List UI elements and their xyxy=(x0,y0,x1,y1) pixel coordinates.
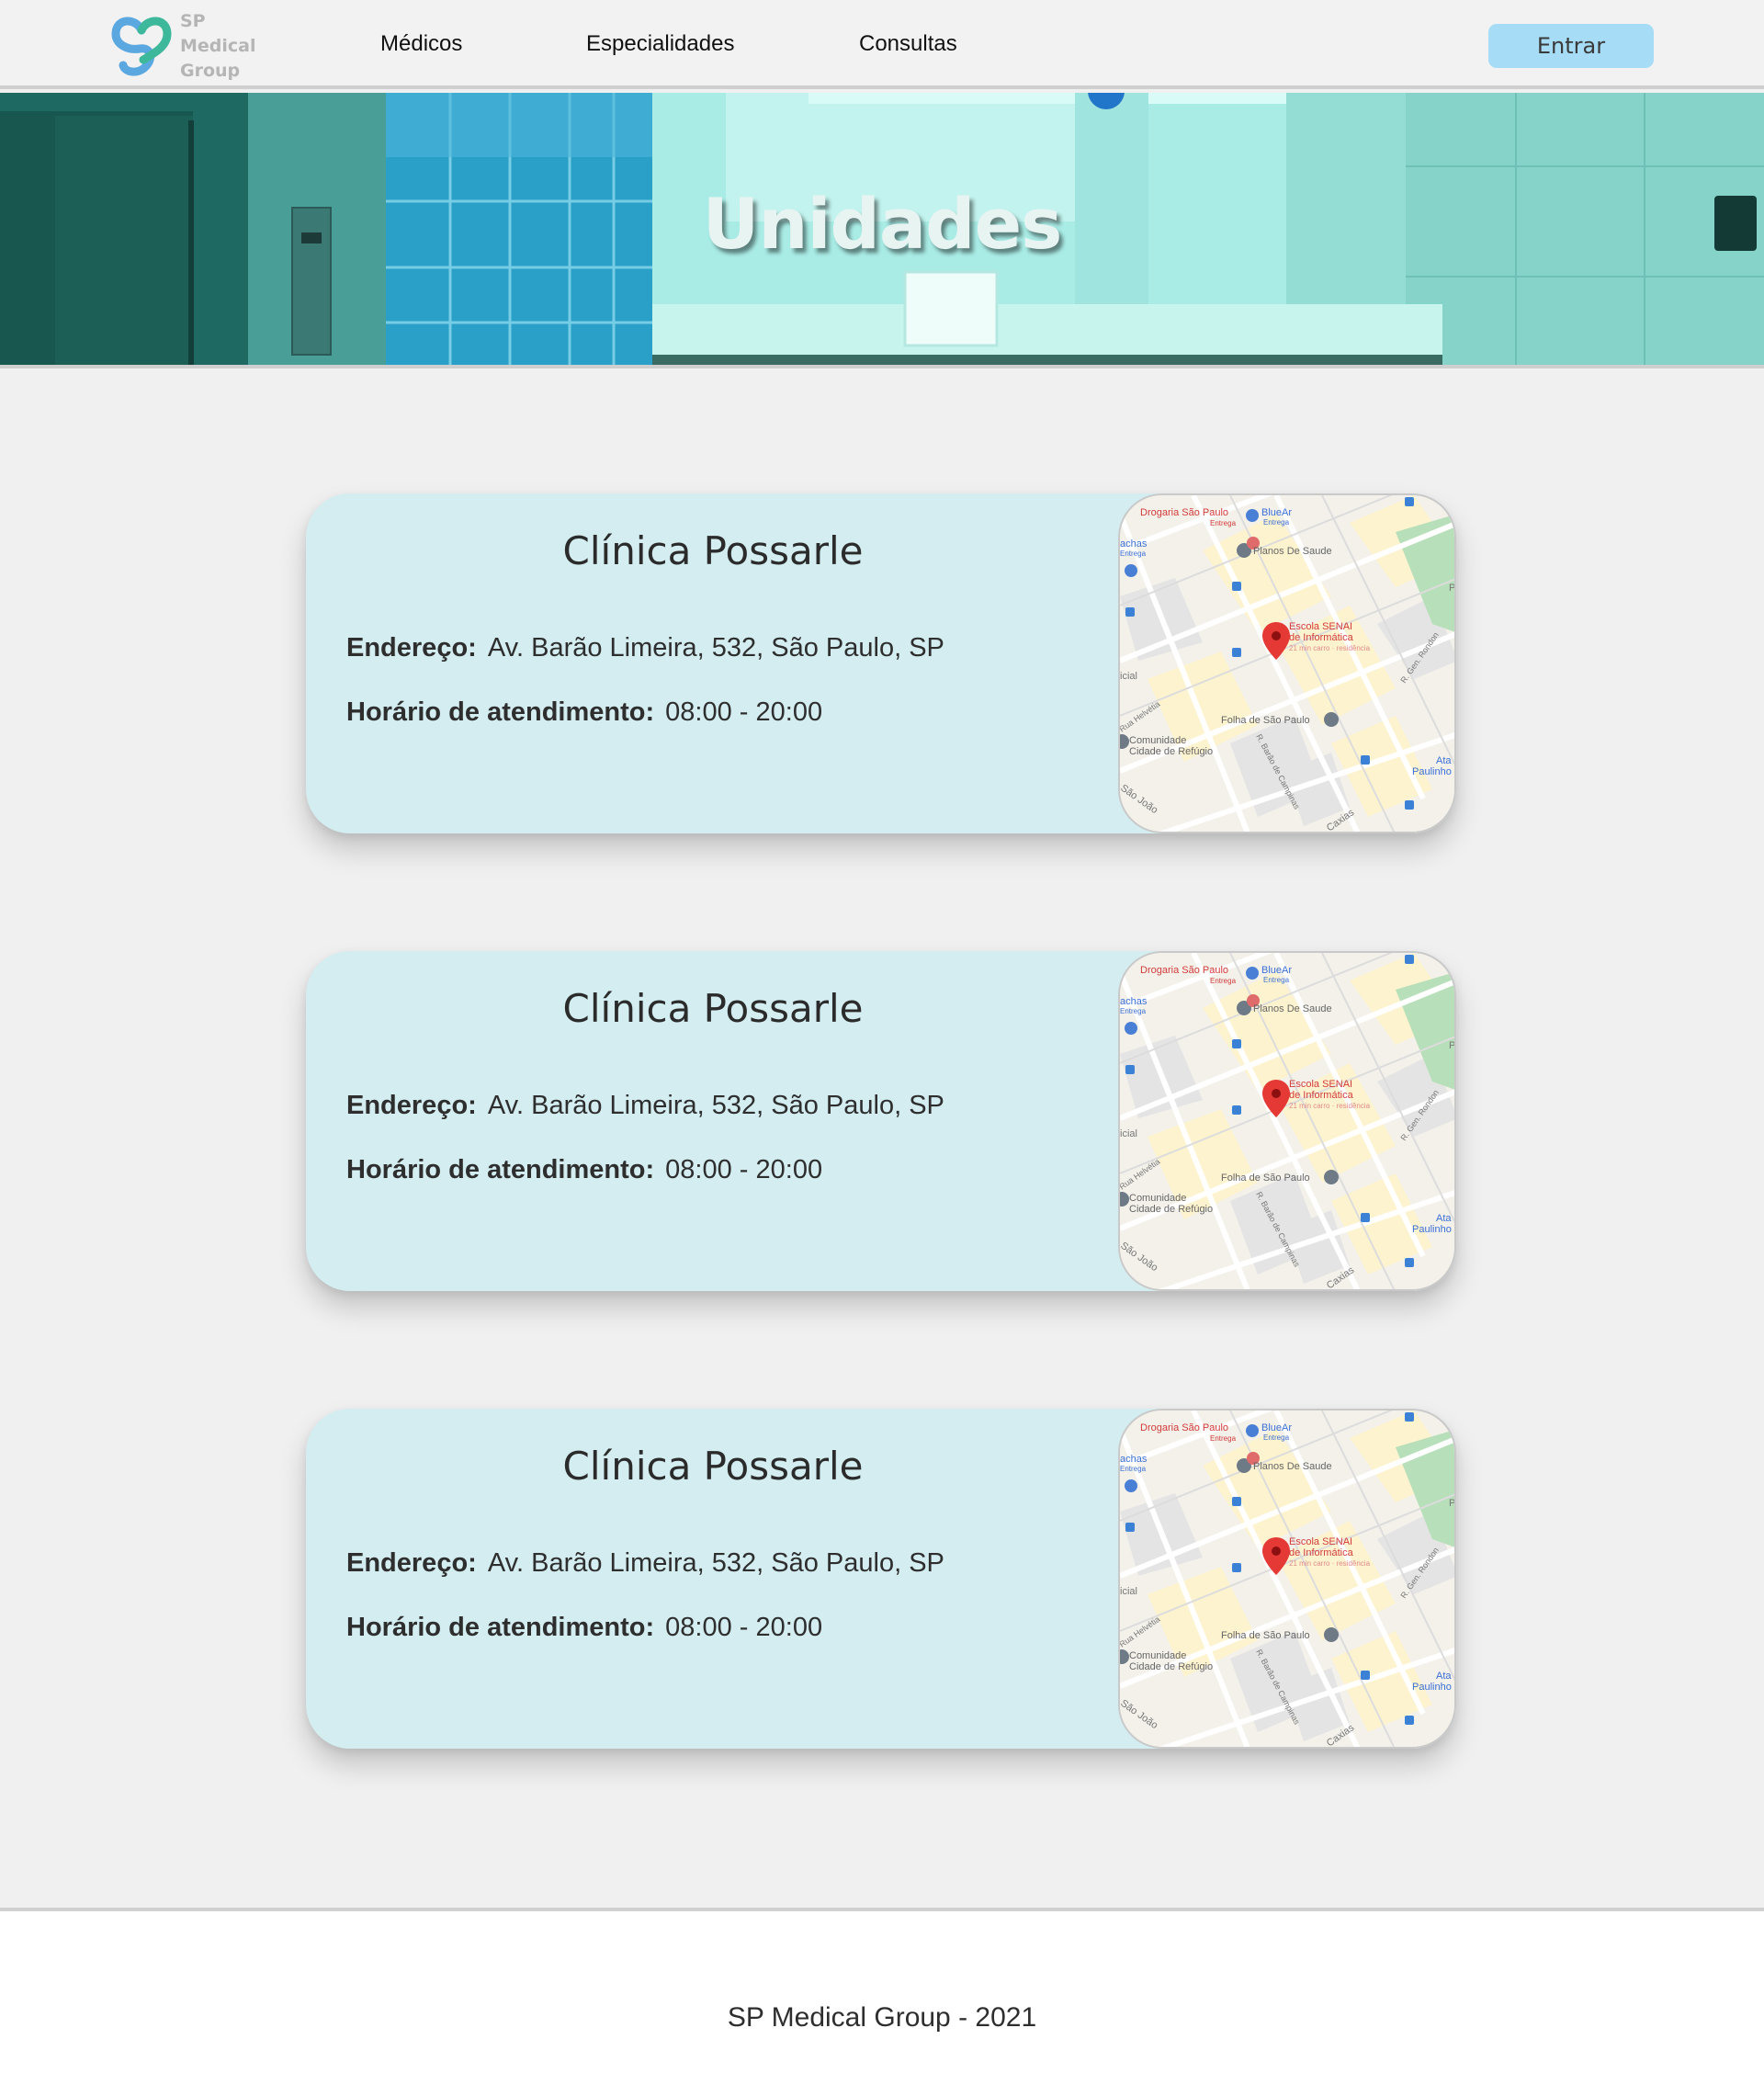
map-label-comunidade-1: Comunidade xyxy=(1129,1193,1186,1204)
location-map[interactable]: Drogaria São Paulo Entrega BlueAr Entreg… xyxy=(1118,951,1456,1291)
map-label-achas-sub: Entrega xyxy=(1120,1007,1147,1015)
map-label-bluear-sub: Entrega xyxy=(1263,976,1290,984)
map-label-paulinho: Paulinho xyxy=(1412,1682,1452,1693)
address-label: Endereço: xyxy=(346,1091,477,1120)
footer-copyright: SP Medical Group - 2021 xyxy=(727,2002,1037,2033)
map-label-drogaria: Drogaria São Paulo xyxy=(1140,507,1228,518)
logo[interactable]: SP Medical Group xyxy=(108,11,283,81)
map-label-ata: Ata xyxy=(1436,1213,1452,1224)
map-label-comunidade-2: Cidade de Refúgio xyxy=(1129,746,1213,757)
address-value: Av. Barão Limeira, 532, São Paulo, SP xyxy=(487,1548,944,1578)
street-map-image: Drogaria São Paulo Entrega BlueAr Entreg… xyxy=(1120,1411,1455,1747)
map-label-achas: achas xyxy=(1120,1454,1148,1465)
unit-hours-row: Horário de atendimento: 08:00 - 20:00 xyxy=(346,1155,822,1185)
map-label-senai-2: de Informática xyxy=(1289,1547,1354,1558)
map-label-p: P xyxy=(1449,1498,1455,1509)
nav-link-medicos[interactable]: Médicos xyxy=(380,31,462,57)
logo-line-2: Group xyxy=(180,60,241,81)
login-button[interactable]: Entrar xyxy=(1488,24,1654,68)
map-label-folha: Folha de São Paulo xyxy=(1221,1173,1310,1184)
map-label-planos: Planos De Saude xyxy=(1253,1461,1332,1472)
map-label-bluear: BlueAr xyxy=(1261,965,1292,976)
map-label-icial: icial xyxy=(1120,671,1137,682)
nav-link-consultas[interactable]: Consultas xyxy=(859,31,957,57)
map-label-comunidade-1: Comunidade xyxy=(1129,1650,1186,1661)
map-label-icial: icial xyxy=(1120,1128,1137,1139)
map-label-senai-1: Escola SENAI xyxy=(1289,621,1352,632)
address-label: Endereço: xyxy=(346,1548,477,1578)
map-label-drogaria: Drogaria São Paulo xyxy=(1140,1422,1228,1433)
top-navbar: SP Medical Group Médicos Especialidades … xyxy=(0,0,1764,89)
page-title: Unidades xyxy=(702,183,1063,265)
map-label-senai-2: de Informática xyxy=(1289,632,1354,643)
map-label-drogaria-sub: Entrega xyxy=(1210,977,1237,985)
map-label-drogaria: Drogaria São Paulo xyxy=(1140,965,1228,976)
hours-label: Horário de atendimento: xyxy=(346,1613,655,1642)
map-label-achas-sub: Entrega xyxy=(1120,549,1147,558)
heart-logo-icon xyxy=(111,17,172,76)
unit-address-row: Endereço: Av. Barão Limeira, 532, São Pau… xyxy=(346,1091,944,1121)
location-map[interactable]: Drogaria São Paulo Entrega BlueAr Entreg… xyxy=(1118,1409,1456,1749)
map-label-ata: Ata xyxy=(1436,755,1452,766)
map-label-senai-2: de Informática xyxy=(1289,1090,1354,1101)
map-label-achas: achas xyxy=(1120,996,1148,1007)
footer: SP Medical Group - 2021 xyxy=(0,1908,1764,2096)
map-label-senai-sub: 21 min carro · residência xyxy=(1289,1102,1371,1110)
map-label-bluear-sub: Entrega xyxy=(1263,1433,1290,1442)
unit-card: Clínica Possarle Endereço: Av. Barão Lime… xyxy=(306,1409,1456,1749)
logo-wordmark: SP Medical Group xyxy=(180,9,283,84)
address-value: Av. Barão Limeira, 532, São Paulo, SP xyxy=(487,633,944,663)
unit-hours-row: Horário de atendimento: 08:00 - 20:00 xyxy=(346,697,822,728)
map-label-achas: achas xyxy=(1120,538,1148,549)
map-label-achas-sub: Entrega xyxy=(1120,1465,1147,1473)
map-label-bluear-sub: Entrega xyxy=(1263,518,1290,527)
map-label-senai-1: Escola SENAI xyxy=(1289,1079,1352,1090)
street-map-image: Drogaria São Paulo Entrega BlueAr Entreg… xyxy=(1120,953,1455,1289)
map-label-drogaria-sub: Entrega xyxy=(1210,519,1237,527)
unit-address-row: Endereço: Av. Barão Limeira, 532, São Pau… xyxy=(346,1548,944,1579)
map-label-paulinho: Paulinho xyxy=(1412,766,1452,777)
unit-address-row: Endereço: Av. Barão Limeira, 532, São Pau… xyxy=(346,633,944,663)
map-label-planos: Planos De Saude xyxy=(1253,1003,1332,1014)
hours-value: 08:00 - 20:00 xyxy=(665,697,823,727)
unit-name: Clínica Possarle xyxy=(562,1444,864,1489)
map-label-p: P xyxy=(1449,1040,1455,1051)
unit-card: Clínica Possarle Endereço: Av. Barão Lime… xyxy=(306,493,1456,833)
hours-value: 08:00 - 20:00 xyxy=(665,1155,823,1184)
hours-label: Horário de atendimento: xyxy=(346,697,655,727)
map-label-senai-1: Escola SENAI xyxy=(1289,1536,1352,1547)
unit-hours-row: Horário de atendimento: 08:00 - 20:00 xyxy=(346,1613,822,1643)
map-label-senai-sub: 21 min carro · residência xyxy=(1289,644,1371,652)
map-label-planos: Planos De Saude xyxy=(1253,546,1332,557)
map-label-ata: Ata xyxy=(1436,1671,1452,1682)
nav-link-especialidades[interactable]: Especialidades xyxy=(586,31,734,57)
map-label-paulinho: Paulinho xyxy=(1412,1224,1452,1235)
unit-name: Clínica Possarle xyxy=(562,986,864,1031)
hero-banner: Unidades xyxy=(0,93,1764,368)
map-label-senai-sub: 21 min carro · residência xyxy=(1289,1559,1371,1568)
map-label-drogaria-sub: Entrega xyxy=(1210,1434,1237,1443)
map-label-comunidade-2: Cidade de Refúgio xyxy=(1129,1661,1213,1672)
map-label-comunidade-1: Comunidade xyxy=(1129,735,1186,746)
street-map-image: Drogaria São Paulo Entrega BlueAr Entreg… xyxy=(1120,495,1455,832)
map-label-p: P xyxy=(1449,583,1455,594)
map-label-comunidade-2: Cidade de Refúgio xyxy=(1129,1204,1213,1215)
hours-label: Horário de atendimento: xyxy=(346,1155,655,1184)
address-value: Av. Barão Limeira, 532, São Paulo, SP xyxy=(487,1091,944,1120)
hours-value: 08:00 - 20:00 xyxy=(665,1613,823,1642)
address-label: Endereço: xyxy=(346,633,477,663)
map-label-bluear: BlueAr xyxy=(1261,1422,1292,1433)
location-map[interactable]: Drogaria São Paulo Entrega BlueAr Entreg… xyxy=(1118,493,1456,833)
map-label-bluear: BlueAr xyxy=(1261,507,1292,518)
unit-name: Clínica Possarle xyxy=(562,528,864,573)
unit-card: Clínica Possarle Endereço: Av. Barão Lime… xyxy=(306,951,1456,1291)
map-label-folha: Folha de São Paulo xyxy=(1221,715,1310,726)
logo-line-1: SP Medical xyxy=(180,10,256,56)
map-label-icial: icial xyxy=(1120,1586,1137,1597)
map-label-folha: Folha de São Paulo xyxy=(1221,1630,1310,1641)
